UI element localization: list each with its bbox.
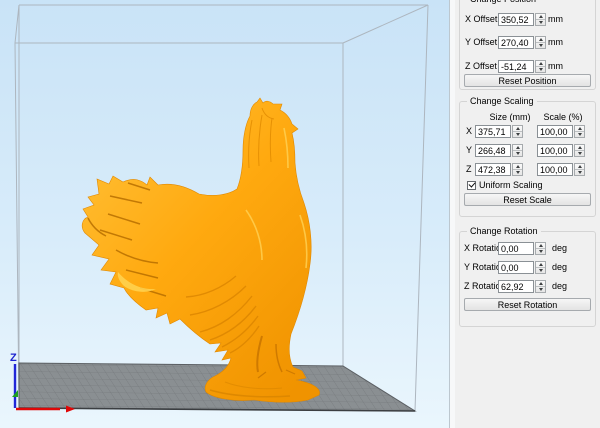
change-scaling-title: Change Scaling: [467, 96, 537, 106]
size-column-header: Size (mm): [488, 112, 532, 123]
change-rotation-title: Change Rotation: [467, 226, 541, 236]
z-rotation-stepper[interactable]: [535, 280, 546, 293]
z-offset-label: Z Offset: [465, 61, 497, 72]
scale-column-header: Scale (%): [543, 112, 583, 123]
size-y-input[interactable]: [475, 144, 511, 157]
reset-scale-button[interactable]: Reset Scale: [464, 193, 591, 206]
scale-y-input[interactable]: [537, 144, 573, 157]
z-axis-label: Z: [10, 352, 17, 364]
x-offset-stepper[interactable]: [535, 13, 546, 26]
x-offset-input[interactable]: [498, 13, 534, 26]
z-offset-input[interactable]: [498, 60, 534, 73]
spin-down-icon[interactable]: [536, 287, 545, 292]
scale-z-input[interactable]: [537, 163, 573, 176]
x-rotation-unit: deg: [552, 243, 567, 254]
scale-x-input[interactable]: [537, 125, 573, 138]
size-z-stepper[interactable]: [512, 163, 523, 176]
spin-down-icon[interactable]: [513, 151, 522, 156]
spin-down-icon[interactable]: [536, 268, 545, 273]
y-rotation-stepper[interactable]: [535, 261, 546, 274]
x-offset-label: X Offset: [465, 14, 497, 25]
spin-down-icon[interactable]: [536, 67, 545, 72]
spin-down-icon[interactable]: [513, 170, 522, 175]
x-offset-unit: mm: [548, 14, 563, 25]
uniform-scaling-label: Uniform Scaling: [479, 180, 543, 191]
size-z-input[interactable]: [475, 163, 511, 176]
uniform-scaling-checkbox[interactable]: [467, 181, 476, 190]
spin-down-icon[interactable]: [575, 170, 584, 175]
spin-down-icon[interactable]: [536, 20, 545, 25]
scale-x-axis-label: X: [466, 126, 472, 137]
z-offset-stepper[interactable]: [535, 60, 546, 73]
x-rotation-input[interactable]: [498, 242, 534, 255]
z-rotation-unit: deg: [552, 281, 567, 292]
spin-down-icon[interactable]: [513, 132, 522, 137]
model-settings-panel: Change Position X Offset mm Y Offset mm …: [455, 0, 600, 428]
size-x-stepper[interactable]: [512, 125, 523, 138]
z-offset-unit: mm: [548, 61, 563, 72]
scale-z-axis-label: Z: [466, 164, 472, 175]
y-rotation-input[interactable]: [498, 261, 534, 274]
size-x-input[interactable]: [475, 125, 511, 138]
size-y-stepper[interactable]: [512, 144, 523, 157]
scale-x-stepper[interactable]: [574, 125, 585, 138]
spin-down-icon[interactable]: [536, 249, 545, 254]
spin-down-icon[interactable]: [575, 151, 584, 156]
spin-down-icon[interactable]: [536, 43, 545, 48]
scale-y-stepper[interactable]: [574, 144, 585, 157]
3d-viewport[interactable]: Z: [0, 0, 449, 428]
build-scene: Z: [0, 0, 449, 428]
change-position-title: Change Position: [467, 0, 539, 4]
spin-down-icon[interactable]: [575, 132, 584, 137]
check-icon: [469, 180, 476, 187]
y-offset-input[interactable]: [498, 36, 534, 49]
y-offset-label: Y Offset: [465, 37, 497, 48]
z-rotation-input[interactable]: [498, 280, 534, 293]
y-offset-unit: mm: [548, 37, 563, 48]
y-offset-stepper[interactable]: [535, 36, 546, 49]
reset-rotation-button[interactable]: Reset Rotation: [464, 298, 591, 311]
y-rotation-unit: deg: [552, 262, 567, 273]
rooster-model[interactable]: [82, 98, 319, 402]
scale-y-axis-label: Y: [466, 145, 472, 156]
scale-z-stepper[interactable]: [574, 163, 585, 176]
x-rotation-stepper[interactable]: [535, 242, 546, 255]
reset-position-button[interactable]: Reset Position: [464, 74, 591, 87]
